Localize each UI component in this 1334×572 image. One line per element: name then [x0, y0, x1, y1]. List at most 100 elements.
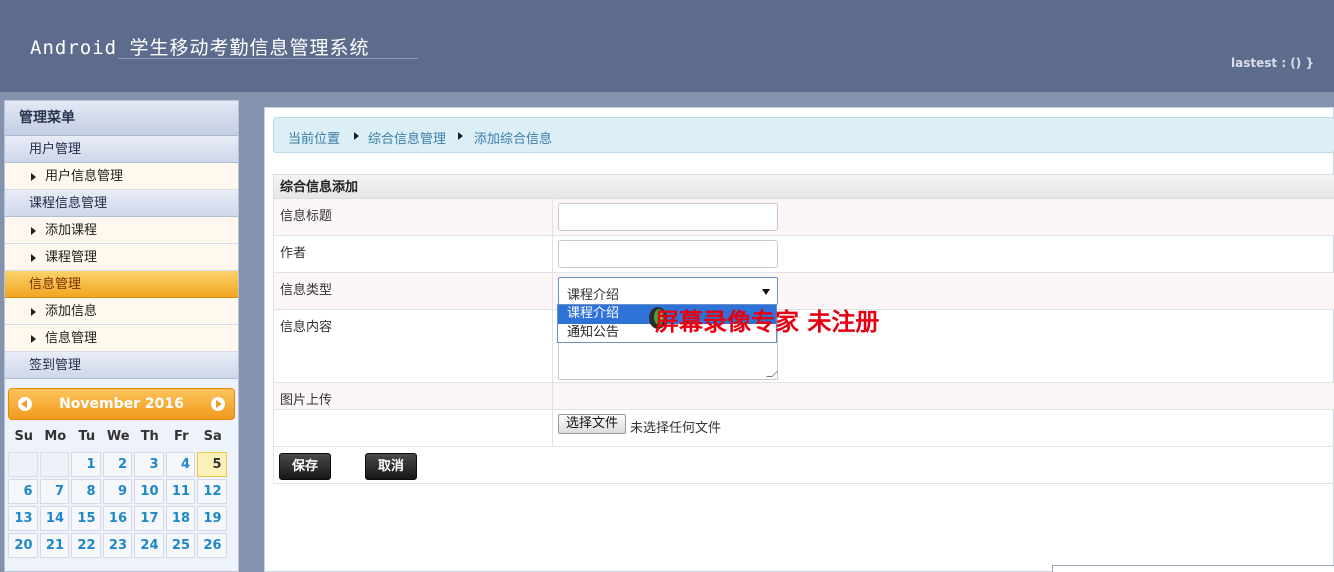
sidebar-item-label: 课程管理 — [45, 250, 98, 265]
calendar-day[interactable]: 15 — [71, 506, 101, 531]
calendar-day[interactable]: 11 — [165, 479, 195, 504]
calendar-day[interactable]: 14 — [39, 506, 69, 531]
sidebar-item-add-info[interactable]: 添加信息 — [5, 298, 238, 325]
sidebar-group-course-management[interactable]: 课程信息管理 — [5, 190, 238, 217]
calendar-day[interactable]: 26 — [197, 533, 227, 558]
caret-right-icon — [31, 173, 36, 181]
calendar-weekday: Fr — [174, 429, 189, 444]
calendar-day[interactable]: 5 — [197, 452, 227, 477]
calendar-day[interactable]: 8 — [71, 479, 101, 504]
arrow-right-icon — [216, 400, 222, 408]
sidebar-group-user-management[interactable]: 用户管理 — [5, 136, 238, 163]
form-row-image: 图片上传 — [273, 383, 1334, 410]
caret-right-icon — [31, 227, 36, 235]
author-input[interactable] — [558, 240, 778, 268]
calendar-day[interactable]: 10 — [134, 479, 164, 504]
sidebar: 管理菜单 用户管理 用户信息管理 课程信息管理 添加课程 课程管理 信息管理 添… — [4, 100, 239, 572]
title-input[interactable] — [558, 203, 778, 231]
calendar-widget: November 2016 Su Mo Tu We Th Fr Sa 1 2 3 4 5 6 7 8 9 10… — [8, 388, 235, 558]
sidebar-group-checkin-management[interactable]: 签到管理 — [5, 352, 238, 379]
caret-right-icon — [458, 132, 463, 140]
calendar-day[interactable]: 21 — [39, 533, 69, 558]
calendar-day[interactable]: 7 — [39, 479, 69, 504]
title-label: 信息标题 — [280, 209, 333, 224]
calendar-header: November 2016 — [8, 388, 235, 420]
calendar-month-label: November 2016 — [59, 396, 184, 412]
user-status: lastest : () } — [1231, 56, 1314, 70]
title-underline — [118, 58, 418, 59]
calendar-prev-button[interactable] — [18, 397, 32, 411]
calendar-weekday: We — [106, 429, 130, 444]
form-row-title: 信息标题 — [273, 199, 1334, 236]
cancel-button[interactable]: 取消 — [365, 453, 418, 480]
watermark-text: 屏幕录像专家 未注册 — [655, 307, 880, 336]
calendar-day[interactable]: 3 — [134, 452, 164, 477]
row-divider — [552, 310, 553, 382]
dropdown-caret-icon — [762, 289, 770, 295]
calendar-day[interactable]: 20 — [8, 533, 38, 558]
file-status: 未选择任何文件 — [630, 421, 722, 436]
calendar-weekday: Tu — [78, 429, 96, 444]
breadcrumb-section[interactable]: 综合信息管理 — [368, 128, 446, 147]
sidebar-item-label: 添加信息 — [45, 304, 98, 319]
calendar-day[interactable]: 19 — [197, 506, 227, 531]
calendar-day[interactable]: 1 — [71, 452, 101, 477]
caret-right-icon — [354, 132, 359, 140]
calendar-weekday: Sa — [203, 429, 222, 444]
calendar-weekday: Mo — [44, 429, 67, 444]
sidebar-item-user-info[interactable]: 用户信息管理 — [5, 163, 238, 190]
form-caption: 综合信息添加 — [273, 174, 1334, 199]
resize-grip-icon[interactable] — [766, 371, 778, 377]
calendar-day[interactable]: 24 — [134, 533, 164, 558]
calendar-weekday: Th — [140, 429, 159, 444]
choose-file-button[interactable]: 选择文件 — [558, 414, 627, 434]
row-divider — [552, 236, 553, 272]
app-header: Android 学生移动考勤信息管理系统 lastest : () } — [0, 0, 1334, 92]
calendar-day[interactable]: 18 — [165, 506, 195, 531]
row-divider — [552, 410, 553, 446]
bottom-frame-edge — [1052, 565, 1334, 572]
form-row-author: 作者 — [273, 236, 1334, 273]
breadcrumb-page[interactable]: 添加综合信息 — [474, 128, 552, 147]
sidebar-group-info-management[interactable]: 信息管理 — [5, 271, 238, 298]
caret-right-icon — [31, 308, 36, 316]
row-divider — [552, 273, 553, 309]
sidebar-item-label: 信息管理 — [45, 331, 98, 346]
sidebar-item-info-manage[interactable]: 信息管理 — [5, 325, 238, 352]
app-title: Android 学生移动考勤信息管理系统 — [30, 37, 370, 59]
main-panel: 当前位置 综合信息管理 添加综合信息 综合信息添加 信息标题 作者 信息类型 课… — [264, 107, 1334, 572]
calendar-grid: 1 2 3 4 5 6 7 8 9 10 11 12 13 14 15 16 17 18 19 20 21 22 23 24 2… — [8, 452, 235, 558]
type-label: 信息类型 — [280, 283, 333, 298]
calendar-day[interactable]: 16 — [102, 506, 132, 531]
sidebar-item-course-manage[interactable]: 课程管理 — [5, 244, 238, 271]
type-select[interactable]: 课程介绍 — [558, 277, 778, 305]
calendar-day[interactable]: 2 — [102, 452, 132, 477]
calendar-day[interactable]: 25 — [165, 533, 195, 558]
sidebar-item-add-course[interactable]: 添加课程 — [5, 217, 238, 244]
calendar-day[interactable]: 23 — [102, 533, 132, 558]
calendar-day[interactable]: 22 — [71, 533, 101, 558]
calendar-day[interactable]: 12 — [197, 479, 227, 504]
author-label: 作者 — [280, 246, 307, 261]
caret-right-icon — [31, 335, 36, 343]
calendar-day[interactable]: 13 — [8, 506, 38, 531]
calendar-day[interactable]: 4 — [165, 452, 195, 477]
content-label: 信息内容 — [280, 320, 333, 335]
calendar-day[interactable]: 6 — [8, 479, 38, 504]
image-label: 图片上传 — [280, 393, 333, 408]
calendar-day[interactable]: 9 — [102, 479, 132, 504]
arrow-left-icon — [21, 400, 27, 408]
calendar-empty-cell — [39, 452, 69, 477]
calendar-next-button[interactable] — [211, 397, 225, 411]
row-divider — [552, 199, 553, 235]
calendar-weekdays: Su Mo Tu We Th Fr Sa — [8, 426, 235, 448]
type-select-value: 课程介绍 — [567, 288, 620, 303]
breadcrumb-current: 当前位置 — [288, 132, 341, 147]
sidebar-title: 管理菜单 — [5, 101, 238, 136]
calendar-empty-cell — [8, 452, 38, 477]
save-button[interactable]: 保存 — [279, 453, 332, 480]
breadcrumb: 当前位置 综合信息管理 添加综合信息 — [273, 117, 1334, 153]
sidebar-item-label: 用户信息管理 — [45, 169, 124, 184]
form-row-file: 选择文件 未选择任何文件 — [273, 410, 1334, 447]
calendar-day[interactable]: 17 — [134, 506, 164, 531]
